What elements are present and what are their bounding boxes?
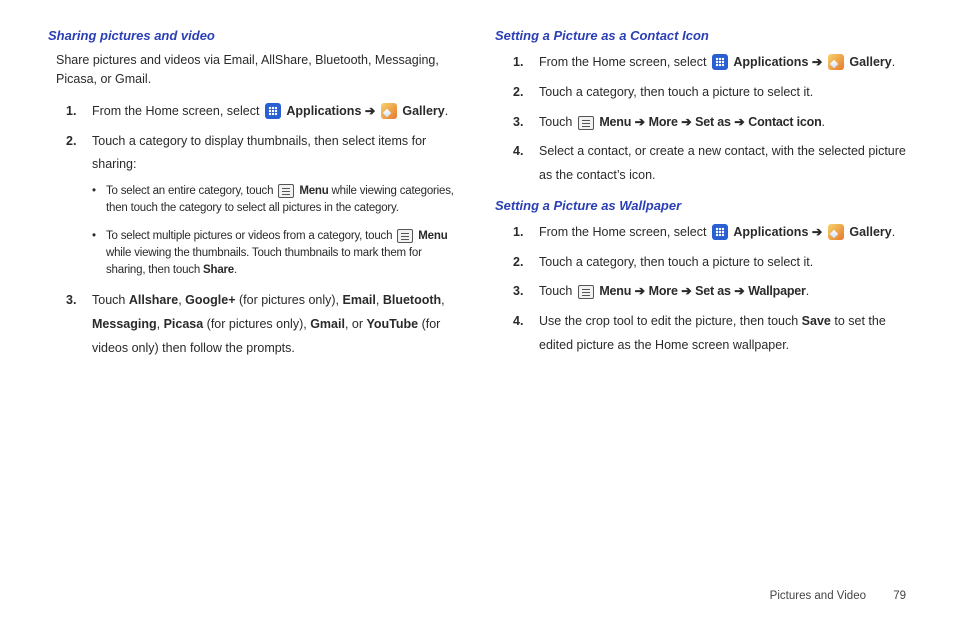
bullet-2: To select multiple pictures or videos fr… bbox=[92, 228, 459, 280]
step-text: Select a contact, or create a new contac… bbox=[539, 144, 906, 182]
bullet-text: To select multiple pictures or videos fr… bbox=[106, 230, 392, 242]
step-2: Touch a category to display thumbnails, … bbox=[48, 130, 459, 280]
menu-label: Menu bbox=[299, 185, 328, 197]
youtube-label: YouTube bbox=[366, 317, 418, 331]
step-text: Touch a category, then touch a picture t… bbox=[539, 85, 813, 99]
applications-icon bbox=[265, 103, 281, 119]
bullet-text: while viewing the thumbnails. Touch thum… bbox=[106, 247, 422, 276]
sharing-steps: From the Home screen, select Application… bbox=[48, 100, 459, 361]
step-text: Touch bbox=[539, 284, 572, 298]
step-3: Touch Menu ➔ More ➔ Set as ➔ Wallpaper. bbox=[495, 280, 906, 304]
step-2: Touch a category, then touch a picture t… bbox=[495, 81, 906, 105]
footer-section: Pictures and Video bbox=[770, 590, 866, 602]
arrow-icon: ➔ bbox=[365, 104, 375, 118]
step-1: From the Home screen, select Application… bbox=[495, 221, 906, 245]
step-text: From the Home screen, select bbox=[539, 225, 706, 239]
save-label: Save bbox=[802, 314, 831, 328]
messaging-label: Messaging bbox=[92, 317, 157, 331]
arrow-icon: ➔ bbox=[734, 115, 744, 129]
allshare-label: Allshare bbox=[129, 293, 178, 307]
menu-label: Menu bbox=[599, 115, 631, 129]
or-text: , or bbox=[345, 317, 363, 331]
email-label: Email bbox=[343, 293, 376, 307]
contact-icon-steps: From the Home screen, select Application… bbox=[495, 51, 906, 188]
step-text: Touch bbox=[539, 115, 572, 129]
arrow-icon: ➔ bbox=[635, 115, 645, 129]
manual-page: Sharing pictures and video Share picture… bbox=[0, 0, 954, 636]
googleplus-label: Google+ bbox=[185, 293, 235, 307]
arrow-icon: ➔ bbox=[681, 284, 691, 298]
left-column: Sharing pictures and video Share picture… bbox=[48, 28, 459, 371]
gallery-label: Gallery bbox=[402, 104, 444, 118]
sub-bullets: To select an entire category, touch Menu… bbox=[92, 183, 459, 279]
contacticon-label: Contact icon bbox=[748, 115, 821, 129]
page-number: 79 bbox=[893, 590, 906, 602]
bullet-text: To select an entire category, touch bbox=[106, 185, 273, 197]
arrow-icon: ➔ bbox=[812, 55, 822, 69]
step-1: From the Home screen, select Application… bbox=[48, 100, 459, 124]
gallery-icon bbox=[381, 103, 397, 119]
step-text: From the Home screen, select bbox=[539, 55, 706, 69]
step-3: Touch Menu ➔ More ➔ Set as ➔ Contact ico… bbox=[495, 111, 906, 135]
applications-icon bbox=[712, 54, 728, 70]
menu-label: Menu bbox=[599, 284, 631, 298]
intro-paragraph: Share pictures and videos via Email, All… bbox=[56, 51, 459, 90]
note-text: (for pictures only), bbox=[207, 317, 307, 331]
heading-wallpaper: Setting a Picture as Wallpaper bbox=[495, 198, 906, 213]
wallpaper-label: Wallpaper bbox=[748, 284, 805, 298]
page-footer: Pictures and Video 79 bbox=[770, 590, 906, 602]
setas-label: Set as bbox=[695, 284, 731, 298]
step-text: Use the crop tool to edit the picture, t… bbox=[539, 314, 798, 328]
menu-icon bbox=[397, 229, 413, 243]
step-1: From the Home screen, select Application… bbox=[495, 51, 906, 75]
heading-contact-icon: Setting a Picture as a Contact Icon bbox=[495, 28, 906, 43]
gmail-label: Gmail bbox=[310, 317, 345, 331]
applications-label: Applications bbox=[733, 225, 808, 239]
picasa-label: Picasa bbox=[164, 317, 204, 331]
arrow-icon: ➔ bbox=[734, 284, 744, 298]
note-text: (for pictures only), bbox=[239, 293, 339, 307]
bluetooth-label: Bluetooth bbox=[383, 293, 441, 307]
step-text: Touch bbox=[92, 293, 125, 307]
more-label: More bbox=[649, 115, 678, 129]
gallery-icon bbox=[828, 54, 844, 70]
setas-label: Set as bbox=[695, 115, 731, 129]
step-text: From the Home screen, select bbox=[92, 104, 259, 118]
two-column-layout: Sharing pictures and video Share picture… bbox=[48, 28, 906, 371]
gallery-icon bbox=[828, 224, 844, 240]
menu-icon bbox=[278, 184, 294, 198]
menu-icon bbox=[578, 116, 594, 130]
arrow-icon: ➔ bbox=[635, 284, 645, 298]
step-4: Use the crop tool to edit the picture, t… bbox=[495, 310, 906, 358]
share-label: Share bbox=[203, 264, 234, 276]
heading-sharing: Sharing pictures and video bbox=[48, 28, 459, 43]
arrow-icon: ➔ bbox=[812, 225, 822, 239]
step-text: Touch a category to display thumbnails, … bbox=[92, 134, 426, 172]
step-3: Touch Allshare, Google+ (for pictures on… bbox=[48, 289, 459, 360]
step-2: Touch a category, then touch a picture t… bbox=[495, 251, 906, 275]
gallery-label: Gallery bbox=[849, 225, 891, 239]
bullet-1: To select an entire category, touch Menu… bbox=[92, 183, 459, 218]
step-text: Touch a category, then touch a picture t… bbox=[539, 255, 813, 269]
menu-label: Menu bbox=[418, 230, 447, 242]
wallpaper-steps: From the Home screen, select Application… bbox=[495, 221, 906, 358]
right-column: Setting a Picture as a Contact Icon From… bbox=[495, 28, 906, 371]
menu-icon bbox=[578, 285, 594, 299]
step-4: Select a contact, or create a new contac… bbox=[495, 140, 906, 188]
applications-icon bbox=[712, 224, 728, 240]
more-label: More bbox=[649, 284, 678, 298]
applications-label: Applications bbox=[733, 55, 808, 69]
arrow-icon: ➔ bbox=[681, 115, 691, 129]
gallery-label: Gallery bbox=[849, 55, 891, 69]
applications-label: Applications bbox=[286, 104, 361, 118]
